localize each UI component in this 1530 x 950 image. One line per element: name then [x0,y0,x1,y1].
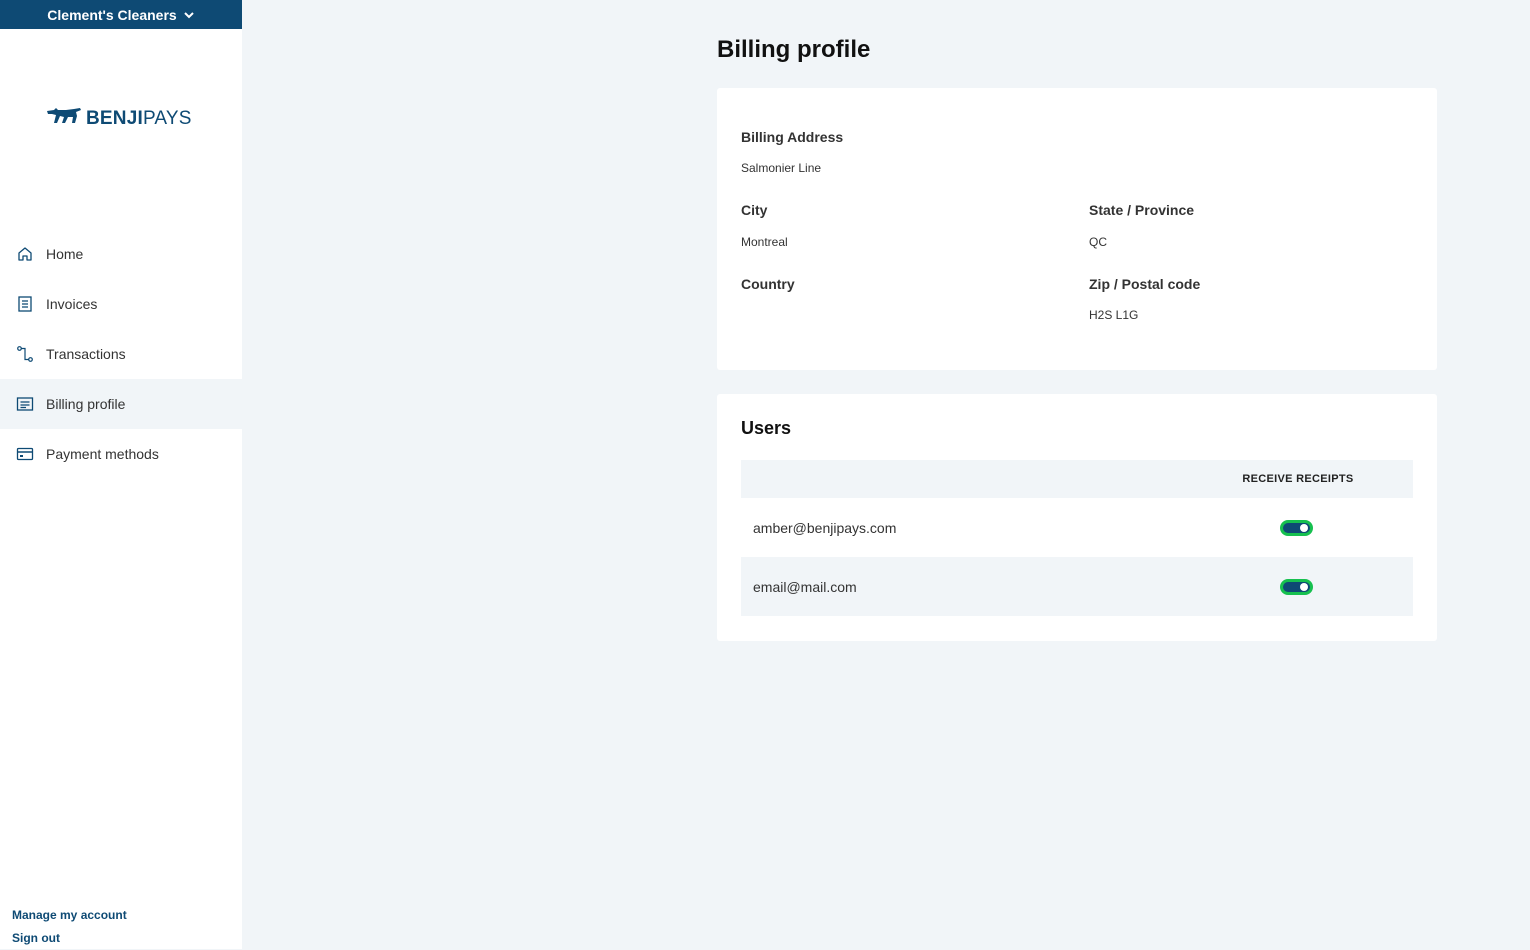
receive-receipts-toggle[interactable] [1279,519,1313,536]
state-label: State / Province [1089,202,1195,218]
home-icon [16,245,34,263]
receive-receipts-toggle[interactable] [1279,578,1313,595]
page-title: Billing profile [717,36,871,63]
state-value: QC [1089,235,1107,249]
zip-label: Zip / Postal code [1089,276,1201,292]
nav-label-home: Home [46,246,84,262]
benjipays-logo: BENJIPAYS [46,106,192,131]
city-field: City Montreal [741,202,788,249]
city-label: City [741,202,768,218]
billing-address-card: Billing Address Salmonier Line City Mont… [717,88,1437,370]
brand-bold: BENJI [86,107,143,129]
chevron-down-icon [183,9,195,21]
users-table: RECEIVE RECEIPTS amber@benjipays.com ema… [741,460,1413,616]
invoice-icon [16,295,34,313]
sidebar: Clement's Cleaners BENJIPAYS Home Invoic… [0,0,242,949]
manage-account-link[interactable]: Manage my account [12,904,127,927]
state-field: State / Province QC [1089,202,1195,249]
receipts-toggle-cell [1183,578,1413,595]
zip-value: H2S L1G [1089,308,1139,322]
billing-icon [16,395,34,413]
sign-out-link[interactable]: Sign out [12,927,127,950]
table-row: email@mail.com [741,557,1413,616]
billing-address-field: Billing Address Salmonier Line [741,129,844,175]
city-value: Montreal [741,235,788,249]
nav-label-billing-profile: Billing profile [46,396,126,412]
country-label: Country [741,276,795,292]
toggle-knob [1299,523,1308,532]
table-row: amber@benjipays.com [741,498,1413,557]
org-name: Clement's Cleaners [47,6,177,23]
users-title: Users [741,418,792,438]
user-email: amber@benjipays.com [753,519,897,536]
transactions-icon [16,345,34,363]
billing-address-value: Salmonier Line [741,161,822,175]
nav-item-transactions[interactable]: Transactions [0,329,242,379]
billing-address-label: Billing Address [741,129,844,145]
brand-name: BENJIPAYS [86,108,192,130]
org-switcher[interactable]: Clement's Cleaners [0,0,242,29]
nav-label-payment-methods: Payment methods [46,446,159,462]
country-field: Country [741,276,795,292]
nav-label-invoices: Invoices [46,296,98,312]
toggle-knob [1299,582,1308,591]
users-table-header: RECEIVE RECEIPTS [741,460,1413,498]
account-links: Manage my account Sign out [12,904,127,950]
users-card: Users RECEIVE RECEIPTS amber@benjipays.c… [717,394,1437,641]
nav-item-payment-methods[interactable]: Payment methods [0,429,242,479]
brand-light: PAYS [142,107,192,129]
nav-item-home[interactable]: Home [0,229,242,279]
dog-logo-icon [46,106,82,131]
card-icon [16,445,34,463]
column-header-receive-receipts: RECEIVE RECEIPTS [1242,473,1354,485]
main-nav: Home Invoices Transactions Billing profi… [0,229,242,479]
nav-label-transactions: Transactions [46,346,126,362]
user-email: email@mail.com [753,578,857,595]
nav-item-invoices[interactable]: Invoices [0,279,242,329]
receipts-toggle-cell [1183,519,1413,536]
zip-field: Zip / Postal code H2S L1G [1089,276,1201,322]
nav-item-billing-profile[interactable]: Billing profile [0,379,242,429]
